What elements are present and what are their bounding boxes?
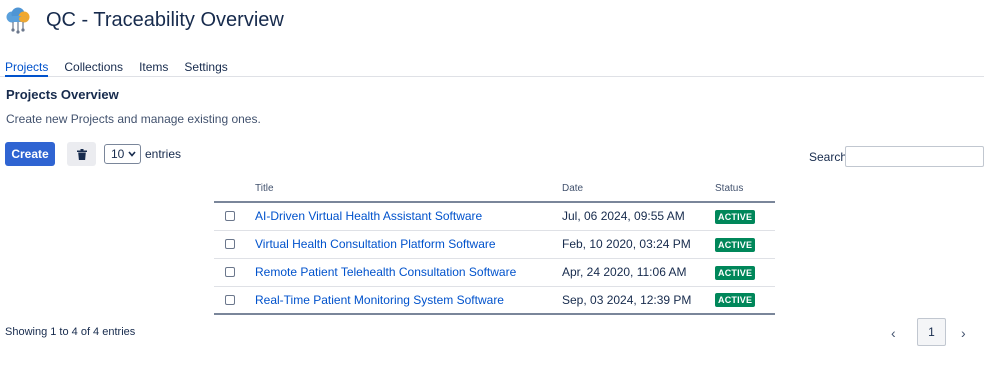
table-row: AI-Driven Virtual Health Assistant Softw… <box>214 202 775 231</box>
title-cell: Real-Time Patient Monitoring System Soft… <box>255 286 562 315</box>
header-date[interactable]: Date <box>562 176 715 203</box>
project-date: Apr, 24 2020, 11:06 AM <box>562 265 687 279</box>
table-row: Remote Patient Telehealth Consultation S… <box>214 258 775 287</box>
status-badge: ACTIVE <box>715 209 756 224</box>
status-cell: ACTIVE <box>715 230 775 259</box>
status-badge: ACTIVE <box>715 237 756 252</box>
tab-projects[interactable]: Projects <box>5 56 49 77</box>
row-select-cell <box>214 258 255 287</box>
search-label: Search <box>809 150 848 164</box>
create-button[interactable]: Create <box>5 142 55 166</box>
cloud-network-icon <box>6 7 30 34</box>
table-row: Virtual Health Consultation Platform Sof… <box>214 230 775 259</box>
header-status[interactable]: Status <box>715 176 775 203</box>
header-select <box>214 176 255 203</box>
entries-label: entries <box>145 147 182 161</box>
project-title-link[interactable]: Virtual Health Consultation Platform Sof… <box>255 237 496 251</box>
status-cell: ACTIVE <box>715 286 775 315</box>
entries-info: Showing 1 to 4 of 4 entries <box>5 326 136 338</box>
page-size-control: 10 entries <box>104 144 181 164</box>
tab-settings[interactable]: Settings <box>184 56 227 77</box>
title-cell: Remote Patient Telehealth Consultation S… <box>255 258 562 287</box>
row-select-cell <box>214 230 255 259</box>
project-date: Feb, 10 2020, 03:24 PM <box>562 237 691 251</box>
row-checkbox[interactable] <box>225 239 235 249</box>
row-checkbox[interactable] <box>225 267 235 277</box>
tab-collections[interactable]: Collections <box>64 56 123 77</box>
search-input[interactable] <box>845 146 984 167</box>
date-cell: Sep, 03 2024, 12:39 PM <box>562 286 715 315</box>
row-checkbox[interactable] <box>225 211 235 222</box>
table-header-row: Title Date Status <box>214 176 775 203</box>
trash-icon <box>76 148 87 160</box>
project-date: Jul, 06 2024, 09:55 AM <box>562 209 685 224</box>
date-cell: Apr, 24 2020, 11:06 AM <box>562 258 715 287</box>
status-cell: ACTIVE <box>715 202 775 231</box>
date-cell: Feb, 10 2020, 03:24 PM <box>562 230 715 259</box>
header-title[interactable]: Title <box>255 176 562 203</box>
tab-items[interactable]: Items <box>139 56 168 77</box>
pagination-next-button[interactable]: › <box>961 325 966 341</box>
project-date: Sep, 03 2024, 12:39 PM <box>562 292 692 307</box>
project-title-link[interactable]: Remote Patient Telehealth Consultation S… <box>255 265 516 279</box>
section-title: Projects Overview <box>6 87 119 102</box>
status-badge: ACTIVE <box>715 265 756 280</box>
tab-bar: Projects Collections Items Settings <box>0 56 984 77</box>
page-size-value: 10 <box>111 147 125 161</box>
page-title: QC - Traceability Overview <box>46 8 284 31</box>
title-cell: AI-Driven Virtual Health Assistant Softw… <box>255 202 562 231</box>
page-size-select[interactable]: 10 <box>104 144 141 164</box>
delete-button[interactable] <box>67 142 96 166</box>
pagination-prev-button[interactable]: ‹ <box>891 325 896 341</box>
status-badge: ACTIVE <box>715 293 756 308</box>
status-cell: ACTIVE <box>715 258 775 287</box>
row-select-cell <box>214 202 255 231</box>
section-description: Create new Projects and manage existing … <box>6 112 261 126</box>
title-cell: Virtual Health Consultation Platform Sof… <box>255 230 562 259</box>
projects-table: Title Date Status AI-Driven Virtual Heal… <box>214 176 775 315</box>
project-title-link[interactable]: Real-Time Patient Monitoring System Soft… <box>255 293 504 307</box>
project-title-link[interactable]: AI-Driven Virtual Health Assistant Softw… <box>255 209 482 223</box>
app-header: QC - Traceability Overview <box>4 5 284 35</box>
pagination-page-button[interactable]: 1 <box>917 318 946 346</box>
chevron-down-icon <box>128 151 136 157</box>
row-select-cell <box>214 286 255 315</box>
table-row: Real-Time Patient Monitoring System Soft… <box>214 286 775 315</box>
row-checkbox[interactable] <box>225 294 235 305</box>
date-cell: Jul, 06 2024, 09:55 AM <box>562 202 715 231</box>
